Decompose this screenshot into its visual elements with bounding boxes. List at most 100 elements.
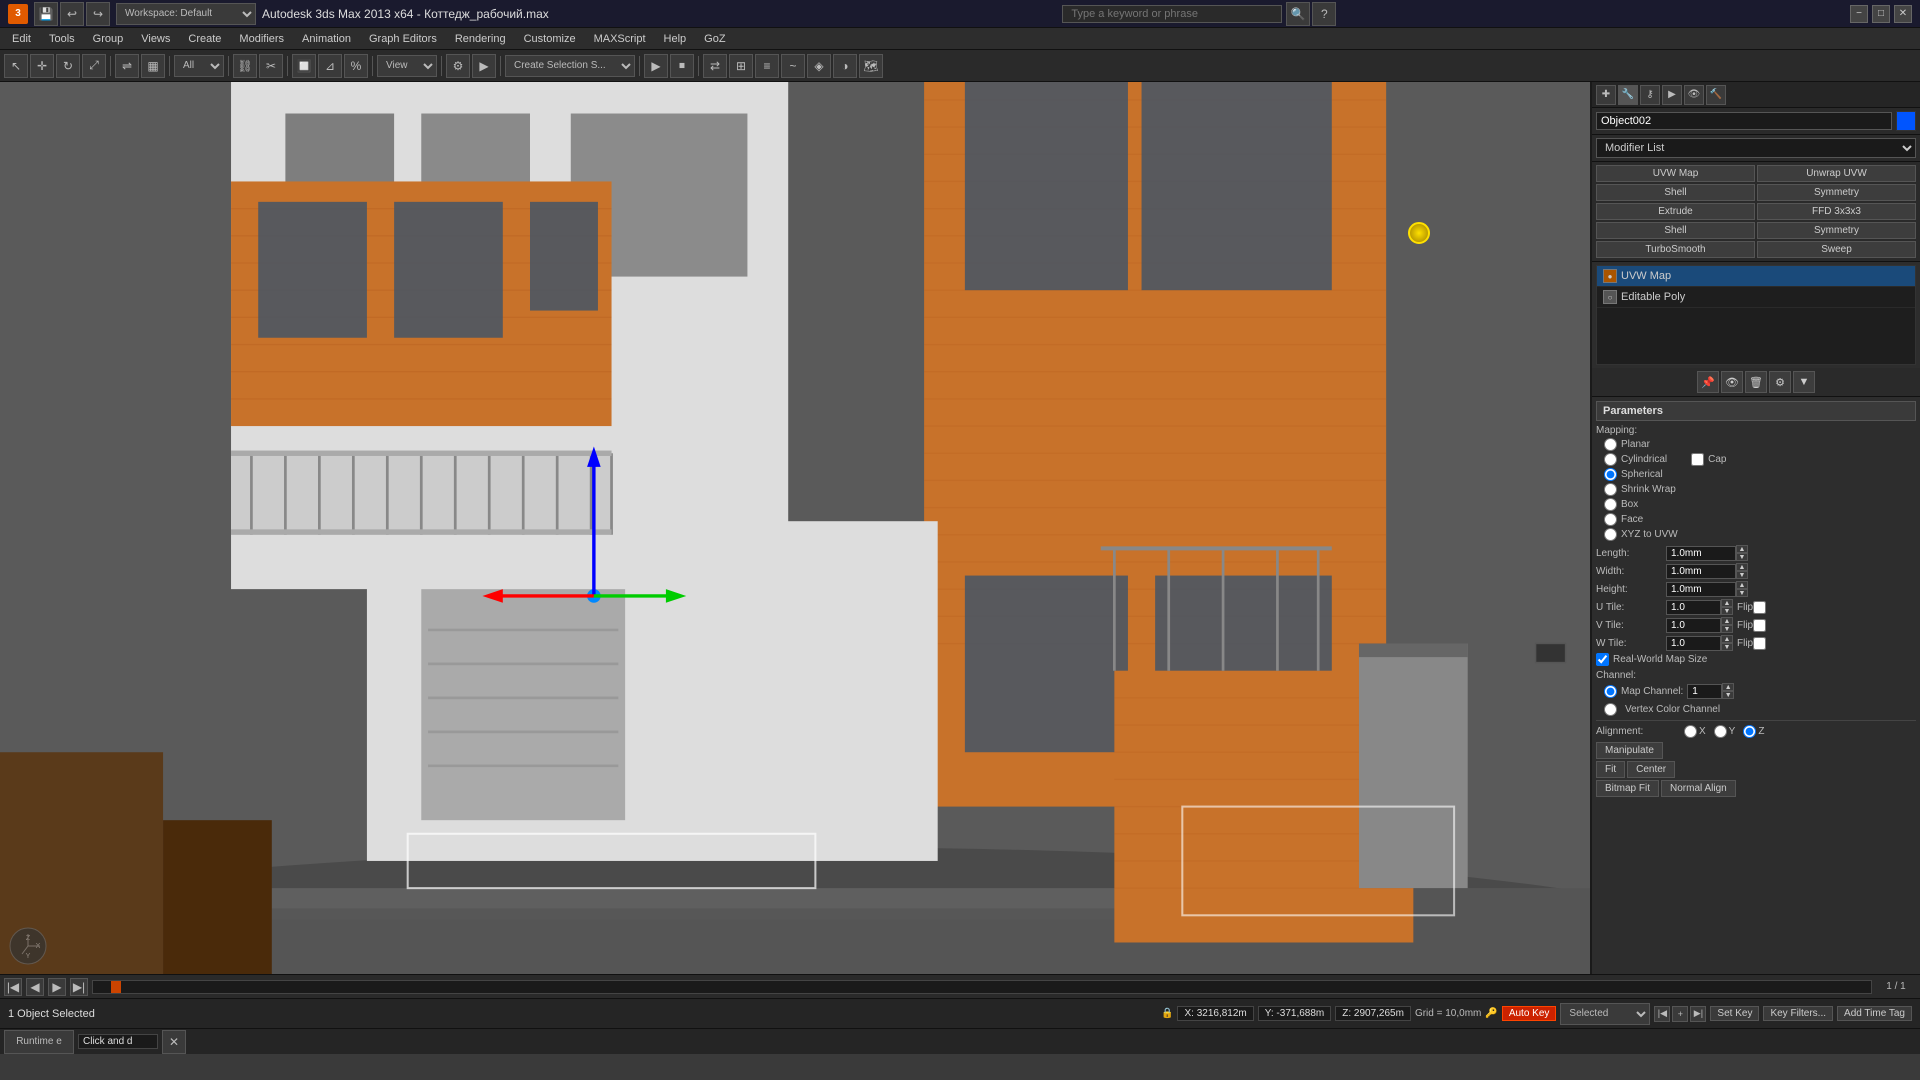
align-btn[interactable]: ⊞: [729, 54, 753, 78]
select-mode-btn[interactable]: ↖: [4, 54, 28, 78]
array-btn[interactable]: ▦: [141, 54, 165, 78]
radio-align-x[interactable]: [1684, 725, 1697, 738]
normal-align-btn[interactable]: Normal Align: [1661, 780, 1736, 797]
redo-btn[interactable]: ↪: [86, 2, 110, 26]
radio-vertex-color[interactable]: [1604, 703, 1617, 716]
fit-btn[interactable]: Fit: [1596, 761, 1625, 778]
radio-xyztuvw[interactable]: [1604, 528, 1617, 541]
pin-stack-btn[interactable]: 📌: [1697, 371, 1719, 393]
object-name-input[interactable]: [1596, 112, 1892, 130]
map-browser-btn[interactable]: 🗺: [859, 54, 883, 78]
length-spin-up[interactable]: ▲: [1736, 545, 1748, 553]
runtime-btn[interactable]: Runtime e: [4, 1030, 74, 1054]
mod-btn-sweep[interactable]: Sweep: [1757, 241, 1916, 258]
timeline-play-fwd-btn[interactable]: ▶: [48, 978, 66, 996]
snap-toggle-btn[interactable]: 🔲: [292, 54, 316, 78]
radio-spherical[interactable]: [1604, 468, 1617, 481]
help-icon[interactable]: ?: [1312, 2, 1336, 26]
restore-button[interactable]: □: [1872, 5, 1890, 23]
render-setup-btn[interactable]: ⚙: [446, 54, 470, 78]
object-color-swatch[interactable]: [1896, 111, 1916, 131]
flip-w-checkbox[interactable]: [1753, 637, 1766, 650]
modifier-list-dropdown[interactable]: Modifier List: [1596, 138, 1916, 158]
menu-goz[interactable]: GoZ: [696, 31, 733, 47]
manipulate-btn[interactable]: Manipulate: [1596, 742, 1663, 759]
key-next-btn[interactable]: ▶|: [1690, 1006, 1706, 1022]
radio-align-z[interactable]: [1743, 725, 1756, 738]
radio-align-y[interactable]: [1714, 725, 1727, 738]
remove-mod-btn[interactable]: 🗑: [1745, 371, 1767, 393]
wtile-input[interactable]: [1666, 636, 1721, 651]
height-spin-down[interactable]: ▼: [1736, 589, 1748, 597]
mod-btn-symmetry1[interactable]: Symmetry: [1757, 184, 1916, 201]
timeline-bar[interactable]: [92, 980, 1872, 994]
search-input[interactable]: [1062, 5, 1282, 23]
filter-dropdown[interactable]: All: [174, 55, 224, 77]
wtile-spin-down[interactable]: ▼: [1721, 643, 1733, 651]
link-btn[interactable]: ⛓: [233, 54, 257, 78]
width-spin-down[interactable]: ▼: [1736, 571, 1748, 579]
map-channel-input[interactable]: [1687, 684, 1722, 699]
mod-btn-uvwmap[interactable]: UVW Map: [1596, 165, 1755, 182]
play-btn[interactable]: ▶: [644, 54, 668, 78]
key-filters-btn[interactable]: Key Filters...: [1763, 1006, 1833, 1021]
center-btn[interactable]: Center: [1627, 761, 1675, 778]
menu-graph-editors[interactable]: Graph Editors: [361, 31, 445, 47]
mirror2-btn[interactable]: ⇄: [703, 54, 727, 78]
undo-btn[interactable]: ↩: [60, 2, 84, 26]
mod-btn-symmetry2[interactable]: Symmetry: [1757, 222, 1916, 239]
channel-spin-down[interactable]: ▼: [1722, 691, 1734, 699]
scale-btn[interactable]: ⤢: [82, 54, 106, 78]
show-result-btn[interactable]: 👁: [1721, 371, 1743, 393]
quick-access-btn[interactable]: 💾: [34, 2, 58, 26]
create-selection-dropdown[interactable]: Create Selection S...: [505, 55, 635, 77]
channel-spin-up[interactable]: ▲: [1722, 683, 1734, 691]
mod-btn-turbosmooth[interactable]: TurboSmooth: [1596, 241, 1755, 258]
length-input[interactable]: [1666, 546, 1736, 561]
layer-btn[interactable]: ≡: [755, 54, 779, 78]
key-add-btn[interactable]: +: [1672, 1006, 1688, 1022]
menu-maxscript[interactable]: MAXScript: [586, 31, 654, 47]
configure-btn[interactable]: ⚙: [1769, 371, 1791, 393]
bitmap-fit-btn[interactable]: Bitmap Fit: [1596, 780, 1659, 797]
radio-face[interactable]: [1604, 513, 1617, 526]
mod-btn-extrude[interactable]: Extrude: [1596, 203, 1755, 220]
move-btn[interactable]: ✛: [30, 54, 54, 78]
height-spin-up[interactable]: ▲: [1736, 581, 1748, 589]
set-key-btn[interactable]: Set Key: [1710, 1006, 1759, 1021]
timeline-play-btn[interactable]: |◀: [4, 978, 22, 996]
menu-help[interactable]: Help: [656, 31, 695, 47]
menu-views[interactable]: Views: [133, 31, 178, 47]
radio-box[interactable]: [1604, 498, 1617, 511]
menu-group[interactable]: Group: [85, 31, 132, 47]
percent-snap-btn[interactable]: %: [344, 54, 368, 78]
flip-v-checkbox[interactable]: [1753, 619, 1766, 632]
mod-btn-unwrap[interactable]: Unwrap UVW: [1757, 165, 1916, 182]
length-spin-down[interactable]: ▼: [1736, 553, 1748, 561]
menu-create[interactable]: Create: [180, 31, 229, 47]
utile-spin-down[interactable]: ▼: [1721, 607, 1733, 615]
mirror-btn[interactable]: ⇌: [115, 54, 139, 78]
realworld-checkbox[interactable]: [1596, 653, 1609, 666]
height-input[interactable]: [1666, 582, 1736, 597]
utile-input[interactable]: [1666, 600, 1721, 615]
menu-animation[interactable]: Animation: [294, 31, 359, 47]
menu-modifiers[interactable]: Modifiers: [231, 31, 292, 47]
close-bottom-btn[interactable]: ✕: [162, 1030, 186, 1054]
viewport[interactable]: [ VRayPhysicalCamera001 ] [ Realistic ]: [0, 82, 1590, 974]
wtile-spin-up[interactable]: ▲: [1721, 635, 1733, 643]
schematic-btn[interactable]: ◈: [807, 54, 831, 78]
mod-btn-shell2[interactable]: Shell: [1596, 222, 1755, 239]
auto-key-btn[interactable]: Auto Key: [1502, 1006, 1557, 1021]
close-button[interactable]: ✕: [1894, 5, 1912, 23]
click-and-input[interactable]: Click and d: [78, 1034, 158, 1049]
radio-planar[interactable]: [1604, 438, 1617, 451]
radio-map-channel[interactable]: [1604, 685, 1617, 698]
create-tab-btn[interactable]: ✚: [1596, 85, 1616, 105]
mod-stack-editablepoly[interactable]: ○ Editable Poly: [1597, 287, 1915, 308]
menu-edit[interactable]: Edit: [4, 31, 39, 47]
workspace-dropdown[interactable]: Workspace: Default: [116, 3, 256, 25]
material-btn[interactable]: ◑: [833, 54, 857, 78]
rotate-btn[interactable]: ↻: [56, 54, 80, 78]
timeline-prev-btn[interactable]: ◀: [26, 978, 44, 996]
